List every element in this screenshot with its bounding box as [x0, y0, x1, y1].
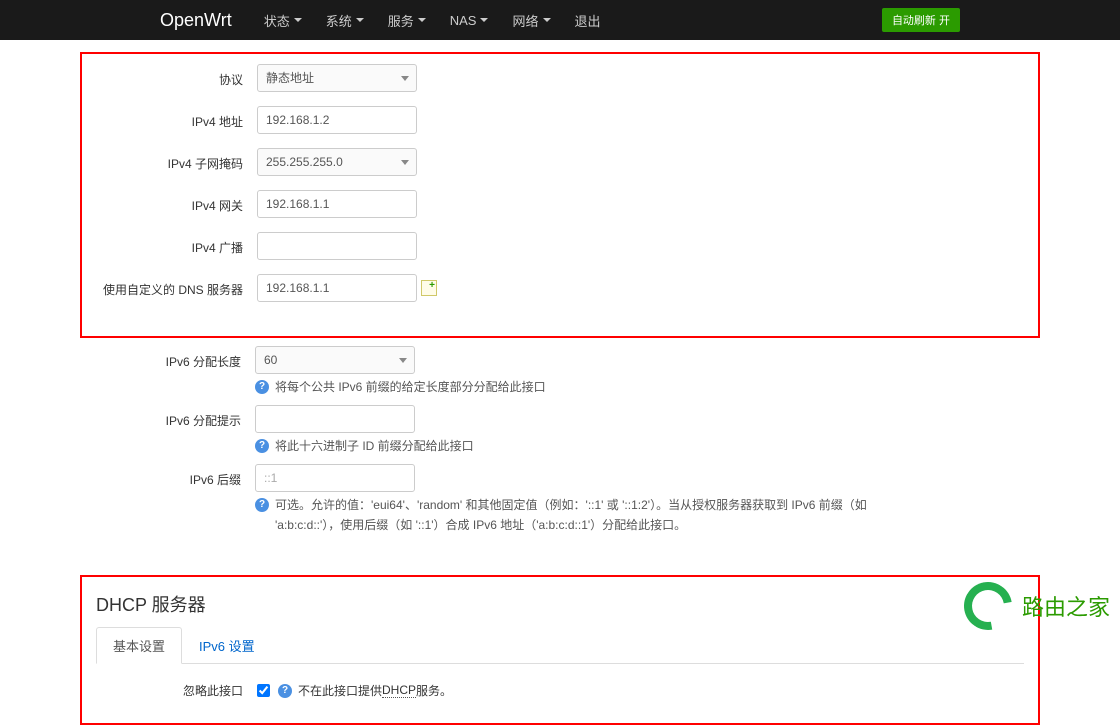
ipv6-prefix-hint-label: IPv6 分配提示	[80, 405, 255, 429]
ipv6-suffix-help: ? 可选。允许的值：'eui64'、'random' 和其他固定值（例如：'::…	[255, 496, 905, 534]
ipv4-mask-label: IPv4 子网掩码	[82, 148, 257, 172]
ipv4-broadcast-label: IPv4 广播	[82, 232, 257, 256]
ipv6-suffix-input[interactable]	[255, 464, 415, 492]
add-icon[interactable]	[421, 280, 437, 296]
chevron-down-icon	[480, 18, 488, 22]
nav-menu: 状态 系统 服务 NAS 网络 退出	[252, 11, 882, 30]
ipv6-suffix-label: IPv6 后缀	[80, 464, 255, 488]
chevron-down-icon	[418, 18, 426, 22]
nav-logout[interactable]: 退出	[563, 11, 613, 30]
protocol-label: 协议	[82, 64, 257, 88]
nav-system[interactable]: 系统	[314, 11, 376, 30]
chevron-down-icon	[294, 18, 302, 22]
tab-ipv6[interactable]: IPv6 设置	[182, 627, 272, 664]
ipv6-prefix-len-select[interactable]: 60	[255, 346, 415, 374]
ignore-label: 忽略此接口	[96, 682, 257, 699]
nav-status[interactable]: 状态	[252, 11, 314, 30]
ignore-help: ? 不在此接口提供 DHCP 服务。	[278, 682, 452, 699]
nav-network[interactable]: 网络	[500, 11, 562, 30]
ipv6-prefix-len-label: IPv6 分配长度	[80, 346, 255, 370]
custom-dns-label: 使用自定义的 DNS 服务器	[82, 274, 257, 298]
watermark-text: 路由之家	[1022, 590, 1110, 622]
ipv4-gateway-label: IPv4 网关	[82, 190, 257, 214]
ipv4-addr-label: IPv4 地址	[82, 106, 257, 130]
ipv6-prefix-hint-help: ? 将此十六进制子 ID 前缀分配给此接口	[255, 437, 905, 456]
ipv4-addr-input[interactable]	[257, 106, 417, 134]
dhcp-tabs: 基本设置 IPv6 设置	[96, 627, 1024, 664]
chevron-down-icon	[543, 18, 551, 22]
ipv6-prefix-hint-input[interactable]	[255, 405, 415, 433]
help-icon: ?	[255, 439, 269, 453]
custom-dns-input[interactable]	[257, 274, 417, 302]
watermark-logo-icon	[964, 582, 1012, 630]
brand[interactable]: OpenWrt	[160, 10, 232, 31]
nav-nas[interactable]: NAS	[438, 13, 501, 28]
tab-basic[interactable]: 基本设置	[96, 627, 182, 664]
help-icon: ?	[278, 684, 292, 698]
auto-refresh-toggle[interactable]: 自动刷新 开	[882, 8, 960, 32]
navbar: OpenWrt 状态 系统 服务 NAS 网络 退出 自动刷新 开	[0, 0, 1120, 40]
ipv4-mask-select[interactable]: 255.255.255.0	[257, 148, 417, 176]
help-icon: ?	[255, 380, 269, 394]
watermark: 路由之家	[964, 582, 1110, 630]
ipv6-prefix-len-help: ? 将每个公共 IPv6 前缀的给定长度部分分配给此接口	[255, 378, 905, 397]
ipv4-gateway-input[interactable]	[257, 190, 417, 218]
nav-services[interactable]: 服务	[376, 11, 438, 30]
help-icon: ?	[255, 498, 269, 512]
highlighted-section-protocol: 协议 静态地址 IPv4 地址 IPv4 子网掩码 2	[80, 52, 1040, 338]
ignore-checkbox[interactable]	[257, 684, 270, 697]
chevron-down-icon	[356, 18, 364, 22]
ipv4-broadcast-input[interactable]	[257, 232, 417, 260]
protocol-select[interactable]: 静态地址	[257, 64, 417, 92]
dhcp-title: DHCP 服务器	[96, 591, 1038, 617]
